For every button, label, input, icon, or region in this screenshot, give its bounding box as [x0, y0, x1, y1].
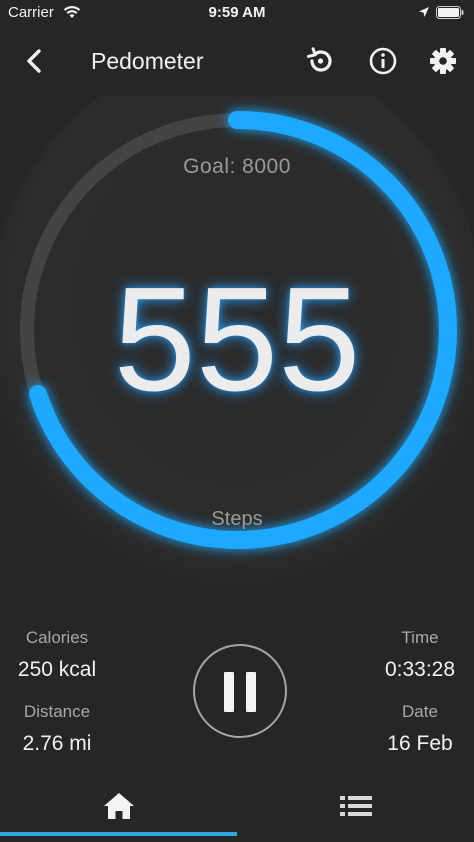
- goal-label: Goal: 8000: [183, 155, 291, 178]
- steps-label: Steps: [211, 508, 263, 530]
- pause-icon: [246, 672, 256, 712]
- settings-button[interactable]: [425, 43, 461, 79]
- date-label: Date: [402, 702, 438, 721]
- pause-icon: [224, 672, 234, 712]
- date-value: 16 Feb: [387, 732, 453, 755]
- back-button[interactable]: [17, 43, 53, 79]
- home-icon: [103, 793, 134, 819]
- info-button[interactable]: [365, 43, 401, 79]
- pause-button[interactable]: [193, 644, 287, 738]
- calories-value: 250 kcal: [17, 658, 97, 681]
- restart-icon: [306, 47, 332, 72]
- tab-history[interactable]: [237, 776, 474, 836]
- nav-bar: Pedometer: [0, 36, 474, 86]
- calories-label: Calories: [25, 628, 89, 647]
- battery-icon: [436, 6, 464, 23]
- reset-button[interactable]: [302, 43, 338, 79]
- page-title: Pedometer: [91, 48, 204, 74]
- location-arrow-icon: [418, 5, 430, 22]
- list-icon: [339, 796, 372, 816]
- info-icon: [369, 47, 397, 75]
- steps-count: 555: [113, 257, 361, 422]
- gear-icon: [430, 48, 456, 74]
- distance-label: Distance: [23, 702, 91, 721]
- status-bar: Carrier 9:59 AM: [0, 0, 474, 26]
- time-label: Time: [401, 628, 439, 647]
- tab-home[interactable]: [0, 776, 237, 836]
- clock-time: 9:59 AM: [208, 4, 266, 21]
- chevron-left-icon: [27, 49, 41, 73]
- distance-value: 2.76 mi: [22, 732, 92, 755]
- active-tab-indicator: [0, 832, 237, 836]
- tab-bar: [0, 776, 474, 842]
- time-value: 0:33:28: [384, 658, 456, 681]
